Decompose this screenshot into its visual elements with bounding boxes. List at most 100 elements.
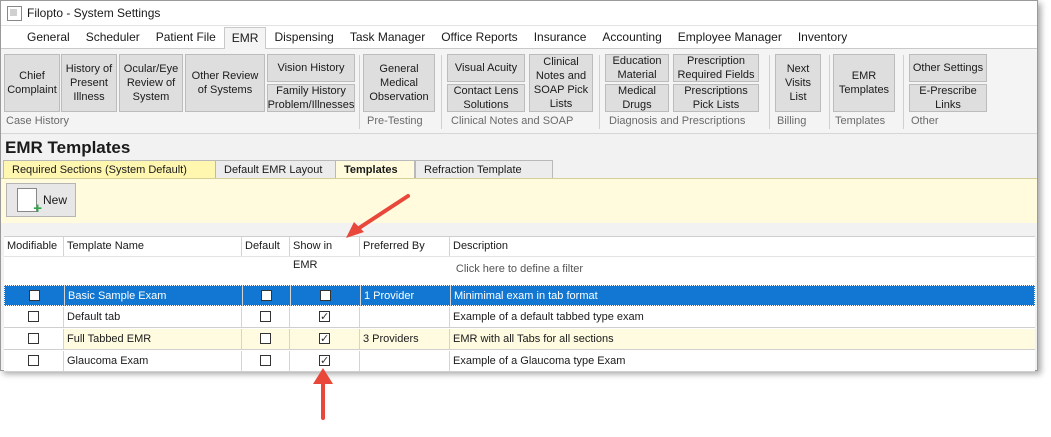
preferred-by-cell: 3 Providers — [360, 329, 450, 349]
modifiable-cell — [4, 351, 64, 371]
grid-toolbar: + New — [1, 178, 1037, 223]
medical-drugs-button[interactable]: Medical Drugs — [605, 84, 669, 112]
group-diagnosis-prescriptions: Diagnosis and Prescriptions — [609, 115, 746, 127]
default-checkbox[interactable] — [260, 311, 271, 322]
table-row[interactable]: Full Tabbed EMR ✓ 3 Providers EMR with all … — [4, 329, 1035, 350]
next-visits-list-button[interactable]: Next Visits List — [775, 54, 821, 112]
template-name-cell: Default tab — [64, 307, 242, 327]
description-cell: Example of a Glaucoma type Exam — [453, 355, 626, 367]
other-settings-button[interactable]: Other Settings — [909, 54, 987, 82]
menu-dispensing[interactable]: Dispensing — [266, 30, 341, 48]
default-cell — [243, 286, 291, 306]
menu-office-reports[interactable]: Office Reports — [433, 30, 525, 48]
ribbon: Chief Complaint History of Present Illne… — [1, 49, 1037, 134]
show-in-emr-cell: ✓ — [290, 329, 360, 349]
col-default[interactable]: Default — [242, 237, 290, 256]
ribbon-separator — [769, 55, 770, 129]
table-row[interactable]: Glaucoma Exam ✓ Example of a Glaucoma type… — [4, 351, 1035, 372]
template-name-cell: Full Tabbed EMR — [64, 329, 242, 349]
show-in-emr-cell: ✓ — [290, 307, 360, 327]
group-billing: Billing — [777, 115, 807, 127]
template-tabs: Required Sections (System Default) Defau… — [1, 160, 1037, 178]
show-in-emr-cell — [291, 286, 361, 306]
table-row[interactable]: Default tab ✓ Example of a default tabbed … — [4, 307, 1035, 328]
main-menu: General Scheduler Patient File EMR Dispe… — [1, 26, 1037, 49]
col-template-name[interactable]: Template Name — [64, 237, 242, 256]
menu-insurance[interactable]: Insurance — [526, 30, 595, 48]
modifiable-checkbox[interactable] — [29, 290, 40, 301]
ribbon-separator — [829, 55, 830, 129]
clinical-notes-soap-button[interactable]: Clinical Notes and SOAP Pick Lists — [529, 54, 593, 112]
preferred-by-cell: 1 Provider — [361, 286, 451, 306]
education-material-button[interactable]: Education Material — [605, 54, 669, 82]
default-checkbox[interactable] — [260, 355, 271, 366]
app-icon — [7, 5, 22, 21]
filter-row[interactable]: Click here to define a filter — [4, 256, 1035, 281]
table-row[interactable]: Basic Sample Exam 1 Provider Minimimal exa… — [4, 285, 1035, 306]
tab-refraction-template[interactable]: Refraction Template — [415, 160, 553, 178]
col-description[interactable]: Description — [450, 237, 1035, 256]
col-modifiable[interactable]: Modifiable — [4, 237, 64, 256]
prescription-required-fields-button[interactable]: Prescription Required Fields — [673, 54, 759, 82]
show-in-emr-checkbox[interactable]: ✓ — [319, 355, 330, 367]
default-checkbox[interactable] — [261, 290, 272, 301]
emr-templates-button[interactable]: EMR Templates — [833, 54, 895, 112]
menu-patient-file[interactable]: Patient File — [148, 30, 224, 48]
general-medical-observation-button[interactable]: General Medical Observation — [363, 54, 435, 112]
new-button-label: New — [43, 193, 68, 207]
templates-grid: Modifiable Template Name Default Show in… — [4, 236, 1035, 372]
menu-accounting[interactable]: Accounting — [594, 30, 669, 48]
menu-scheduler[interactable]: Scheduler — [78, 30, 148, 48]
title-bar: Filopto - System Settings — [1, 1, 1037, 26]
e-prescribe-links-button[interactable]: E-Prescribe Links — [909, 84, 987, 112]
ribbon-separator — [903, 55, 904, 129]
group-other: Other — [911, 115, 939, 127]
group-templates: Templates — [835, 115, 886, 127]
history-present-illness-button[interactable]: History of Present Illness — [61, 54, 117, 112]
new-document-icon: + — [17, 188, 42, 216]
modifiable-cell — [4, 329, 64, 349]
menu-general[interactable]: General — [19, 30, 78, 48]
menu-emr[interactable]: EMR — [223, 27, 267, 49]
menu-task-manager[interactable]: Task Manager — [342, 30, 433, 48]
default-cell — [242, 351, 290, 371]
prescriptions-pick-lists-button[interactable]: Prescriptions Pick Lists — [673, 84, 759, 112]
annotation-arrow-top — [346, 194, 410, 238]
default-checkbox[interactable] — [260, 333, 271, 344]
window-title: Filopto - System Settings — [27, 6, 161, 20]
description-cell: Minimimal exam in tab format — [454, 290, 598, 302]
ribbon-separator — [441, 55, 442, 129]
modifiable-checkbox[interactable] — [28, 333, 39, 344]
tab-templates[interactable]: Templates — [335, 160, 415, 178]
show-in-emr-checkbox[interactable]: ✓ — [319, 333, 330, 345]
show-in-emr-checkbox[interactable] — [320, 290, 331, 301]
ocular-review-button[interactable]: Ocular/Eye Review of System — [119, 54, 183, 112]
modifiable-checkbox[interactable] — [28, 311, 39, 322]
description-cell: Example of a default tabbed type exam — [453, 311, 644, 323]
menu-employee-manager[interactable]: Employee Manager — [670, 30, 790, 48]
vision-history-button[interactable]: Vision History — [267, 54, 355, 82]
chief-complaint-button[interactable]: Chief Complaint — [4, 54, 60, 112]
tab-required-sections[interactable]: Required Sections (System Default) — [3, 160, 219, 178]
show-in-emr-checkbox[interactable]: ✓ — [319, 311, 330, 323]
contact-lens-solutions-button[interactable]: Contact Lens Solutions — [447, 84, 525, 112]
annotation-arrow-bottom — [313, 368, 333, 420]
modifiable-cell — [4, 307, 64, 327]
group-case-history: Case History — [6, 115, 69, 127]
preferred-by-cell — [360, 307, 450, 327]
ribbon-separator — [599, 55, 600, 129]
preferred-by-cell — [360, 351, 450, 371]
description-cell: EMR with all Tabs for all sections — [453, 333, 614, 345]
page-title: EMR Templates — [1, 134, 1037, 160]
group-pre-testing: Pre-Testing — [367, 115, 423, 127]
new-button[interactable]: + New — [6, 183, 76, 217]
menu-inventory[interactable]: Inventory — [790, 30, 855, 48]
visual-acuity-button[interactable]: Visual Acuity — [447, 54, 525, 82]
other-review-button[interactable]: Other Review of Systems — [185, 54, 265, 112]
default-cell — [242, 329, 290, 349]
family-history-button[interactable]: Family History Problem/Illnesses — [267, 84, 355, 112]
template-name-cell: Glaucoma Exam — [64, 351, 242, 371]
tab-default-emr-layout[interactable]: Default EMR Layout — [215, 160, 337, 178]
template-name-cell: Basic Sample Exam — [65, 286, 243, 306]
modifiable-checkbox[interactable] — [28, 355, 39, 366]
